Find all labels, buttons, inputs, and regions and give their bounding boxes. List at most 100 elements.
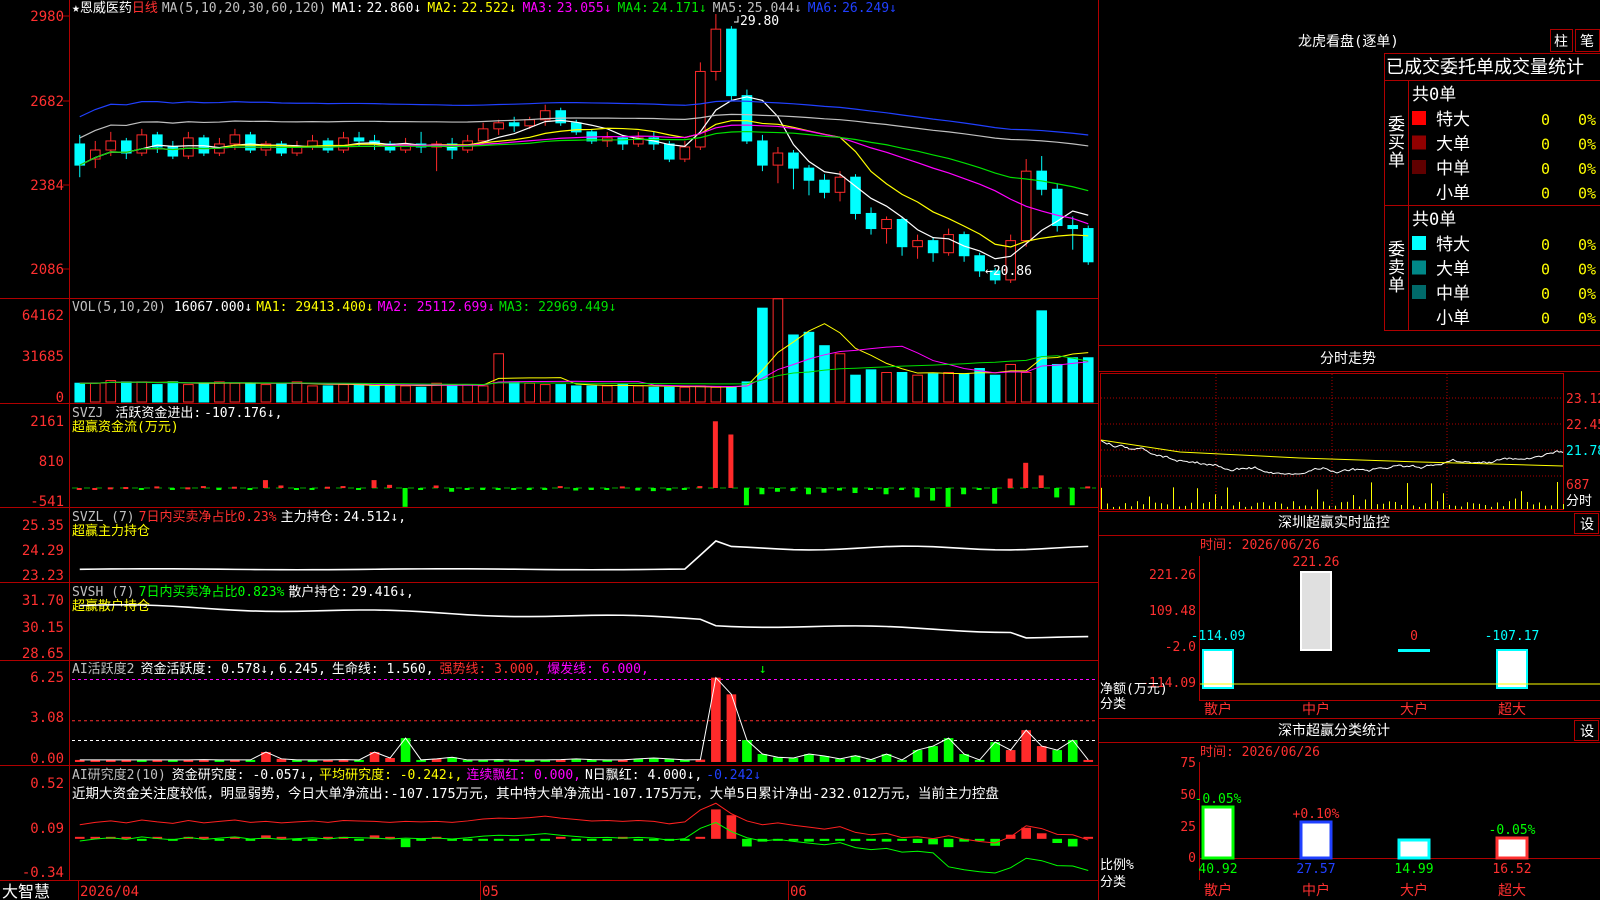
volume-bar [1006,364,1016,402]
intraday-volume-bar [1551,505,1552,509]
net-value: -114.09 [1191,629,1246,644]
flow-bar [418,488,423,490]
category-label: 散户 [1204,882,1232,899]
order-type: 中单 [1436,284,1470,304]
intraday-volume-bar [1539,502,1540,509]
category-label: 超大 [1498,883,1526,899]
intraday-volume-bar [1203,503,1204,509]
research-bar [540,839,550,841]
tick-view-button[interactable]: 笔 [1580,34,1594,50]
candle-up [184,138,194,156]
volume-bar [230,383,240,402]
flow-bar [1085,486,1090,488]
intraday-volume-bar [1311,506,1312,509]
volume-bar [106,381,116,402]
intraday-volume-bar [1401,505,1402,509]
volume-bar [184,385,194,402]
svg-text:0.09: 0.09 [30,821,64,837]
intraday-volume-bar [1173,487,1174,509]
research-bar [928,839,938,845]
flow-bar [635,488,640,491]
research-bar [137,839,147,841]
flow-bar [465,488,470,490]
net-value: 0 [1410,629,1418,644]
flow-bar [216,488,221,490]
volume-bar [696,386,706,402]
flow-bar [372,480,377,488]
volume-bar [649,387,659,402]
volume-bar [835,354,845,402]
order-count: 0 [1541,160,1550,178]
category-label: 散户 [1204,701,1232,718]
stock-name: ★恩威医药 [72,1,132,16]
flow-bar [1054,488,1059,497]
volume-bar [137,382,147,402]
volume-bar [1083,358,1093,402]
candle-down [168,147,178,156]
order-pct: 0% [1578,285,1596,303]
candle-down [509,123,519,126]
research-bar [851,839,861,841]
candle-up [494,123,504,129]
flow-bar [930,488,935,501]
research-bar [75,837,85,839]
flow-bar [325,487,330,489]
svg-text:64162: 64162 [22,308,64,324]
order-color-swatch [1412,261,1426,275]
flow-bar [837,488,842,491]
volume-bar [447,385,457,402]
volume-bar [959,374,969,402]
bar-view-button[interactable]: 柱 [1554,34,1568,50]
research-bar [649,839,659,841]
volume-bar [990,375,1000,402]
svg-text:2086: 2086 [30,262,64,278]
sz-monitor-settings-button[interactable]: 设 [1580,517,1594,533]
svg-text:21.78: 21.78 [1566,444,1600,459]
ai-axis: 6.253.080.00 [30,670,64,767]
intraday-volume-bar [1149,497,1150,509]
volume-bar [339,385,349,402]
volume-bar [463,385,473,402]
volume-bar [556,385,566,402]
svg-text:810: 810 [39,454,64,470]
sz-monitor-title: 深圳超赢实时监控 [1278,514,1390,531]
volume-bar [75,383,85,402]
svg-text:净额(万元): 净额(万元) [1100,682,1168,697]
intraday-volume-bar [1299,506,1300,509]
intraday-volume-bar [1419,507,1420,509]
flow-bar [247,488,252,490]
svg-text:22.45: 22.45 [1566,418,1600,433]
intraday-volume-bar [1545,506,1546,509]
research-bar [354,839,364,841]
candle-up [230,135,240,144]
flow-bar [728,435,733,488]
candle-up [106,141,116,150]
flow-bar [604,488,609,490]
category-label: 大户 [1400,882,1428,899]
flow-bar [620,486,625,488]
svg-text:3.08: 3.08 [30,710,64,726]
volume-bar [261,385,271,402]
category-label: 大户 [1400,701,1428,718]
research-bar [866,839,876,841]
research-bar [571,839,581,841]
candle-up [882,219,892,228]
net-bar-1 [1203,650,1233,688]
flow-bar [697,486,702,488]
low-annotation: ←20.86 [985,264,1032,279]
intraday-volume-bar [1275,502,1276,509]
intraday-volume-bar [1209,502,1210,509]
volume-bar [90,383,100,402]
svg-text:时间: 2026/06/26: 时间: 2026/06/26 [1200,538,1320,553]
sz-stats-settings-button[interactable]: 设 [1580,724,1594,740]
svg-text:23.23: 23.23 [22,568,64,584]
research-bar [556,837,566,839]
svg-text:23.12: 23.12 [1566,392,1600,407]
volume-bar [370,386,380,402]
candle-up [478,129,488,141]
research-bar [1021,828,1031,839]
side-label: 委 [1388,115,1405,135]
research-bar [463,839,473,841]
svg-text:687: 687 [1566,478,1589,493]
svg-text:05: 05 [482,884,499,900]
